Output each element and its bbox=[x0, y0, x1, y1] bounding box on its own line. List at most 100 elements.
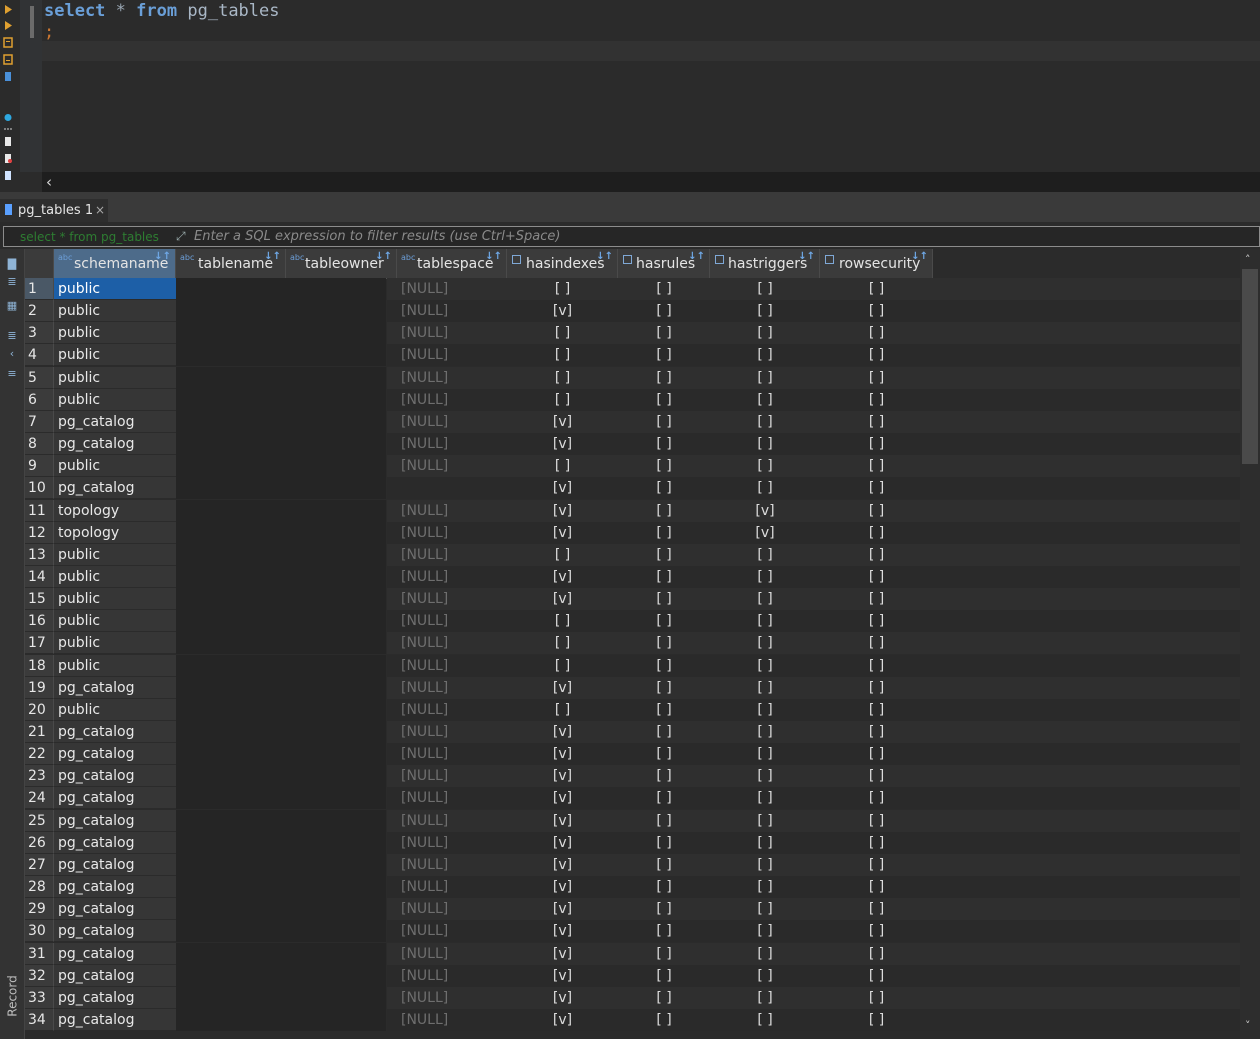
cell-tablespace[interactable]: [NULL] bbox=[387, 898, 507, 920]
cell-schemaname[interactable]: pg_catalog bbox=[54, 832, 176, 854]
row-number-cell[interactable]: 31 bbox=[25, 943, 54, 965]
cell-hasrules[interactable]: [ ] bbox=[618, 810, 710, 832]
cell-hastriggers[interactable]: [ ] bbox=[710, 544, 820, 566]
cell-tablename[interactable] bbox=[176, 987, 386, 1009]
cell-hasrules[interactable]: [ ] bbox=[618, 477, 710, 499]
row-number-cell[interactable]: 7 bbox=[25, 411, 54, 433]
cell-hasrules[interactable]: [ ] bbox=[618, 920, 710, 942]
cell-hasrules[interactable]: [ ] bbox=[618, 632, 710, 654]
cell-tablespace[interactable]: [NULL] bbox=[387, 810, 507, 832]
panels-icon[interactable]: ▦ bbox=[5, 299, 19, 313]
cell-tablename[interactable] bbox=[176, 610, 386, 632]
cell-hasindexes[interactable]: [ ] bbox=[507, 278, 618, 300]
cell-tablename[interactable] bbox=[176, 389, 386, 411]
column-header-hasindexes[interactable]: hasindexes ↓↑ bbox=[507, 249, 618, 278]
cell-tablespace[interactable]: [NULL] bbox=[387, 787, 507, 809]
sort-icon[interactable]: ↓↑ bbox=[264, 251, 281, 263]
cell-tablename[interactable] bbox=[176, 765, 386, 787]
cell-hasindexes[interactable]: [ ] bbox=[507, 610, 618, 632]
cell-tablename[interactable] bbox=[176, 810, 386, 832]
row-number-cell[interactable]: 18 bbox=[25, 655, 54, 677]
cell-tablename[interactable] bbox=[176, 477, 386, 499]
sort-icon[interactable]: ↓↑ bbox=[688, 251, 705, 263]
table-row[interactable]: 23 pg_catalog [NULL] [v][ ][ ][ ] bbox=[25, 765, 1240, 787]
cell-rowsecurity[interactable]: [ ] bbox=[820, 854, 933, 876]
row-number-cell[interactable]: 13 bbox=[25, 544, 54, 566]
cell-tablename[interactable] bbox=[176, 920, 386, 942]
cell-hastriggers[interactable]: [ ] bbox=[710, 677, 820, 699]
cell-tablespace[interactable]: [NULL] bbox=[387, 854, 507, 876]
cell-hasrules[interactable]: [ ] bbox=[618, 500, 710, 522]
sort-icon[interactable]: ↓↑ bbox=[154, 251, 171, 263]
cell-hastriggers[interactable]: [ ] bbox=[710, 943, 820, 965]
table-row[interactable]: 22 pg_catalog [NULL] [v][ ][ ][ ] bbox=[25, 743, 1240, 765]
text-view-icon[interactable]: ≣ bbox=[5, 275, 19, 289]
cell-hasindexes[interactable]: [v] bbox=[507, 588, 618, 610]
table-row[interactable]: 11 topology [NULL] [v][ ] [v][ ] bbox=[25, 500, 1240, 522]
cell-hasrules[interactable]: [ ] bbox=[618, 322, 710, 344]
cell-schemaname[interactable]: pg_catalog bbox=[54, 743, 176, 765]
cell-tablespace[interactable]: [NULL] bbox=[387, 588, 507, 610]
cell-tablespace[interactable]: [NULL] bbox=[387, 1009, 507, 1031]
row-number-cell[interactable]: 20 bbox=[25, 699, 54, 721]
cell-tablename[interactable] bbox=[176, 1009, 386, 1031]
cell-hastriggers[interactable]: [ ] bbox=[710, 588, 820, 610]
cell-hastriggers[interactable]: [ ] bbox=[710, 832, 820, 854]
cell-schemaname[interactable]: pg_catalog bbox=[54, 876, 176, 898]
cell-hasrules[interactable]: [ ] bbox=[618, 787, 710, 809]
cell-rowsecurity[interactable]: [ ] bbox=[820, 610, 933, 632]
cell-tablespace[interactable]: [NULL] bbox=[387, 632, 507, 654]
cell-hasindexes[interactable]: [v] bbox=[507, 943, 618, 965]
cell-hasrules[interactable]: [ ] bbox=[618, 876, 710, 898]
cell-hasrules[interactable]: [ ] bbox=[618, 765, 710, 787]
cell-tablespace[interactable]: [NULL] bbox=[387, 389, 507, 411]
table-row[interactable]: 15 public [NULL] [v][ ][ ][ ] bbox=[25, 588, 1240, 610]
cell-tablename[interactable] bbox=[176, 699, 386, 721]
cell-tablespace[interactable]: [NULL] bbox=[387, 943, 507, 965]
cell-schemaname[interactable]: pg_catalog bbox=[54, 810, 176, 832]
cell-schemaname[interactable]: pg_catalog bbox=[54, 898, 176, 920]
cell-hasindexes[interactable]: [ ] bbox=[507, 632, 618, 654]
cell-rowsecurity[interactable]: [ ] bbox=[820, 500, 933, 522]
cell-tablespace[interactable]: [NULL] bbox=[387, 610, 507, 632]
cell-tablename[interactable] bbox=[176, 278, 386, 300]
cell-tablename[interactable] bbox=[176, 500, 386, 522]
cell-hasrules[interactable]: [ ] bbox=[618, 743, 710, 765]
table-row[interactable]: 17 public [NULL][ ][ ][ ][ ] bbox=[25, 632, 1240, 654]
table-row[interactable]: 33 pg_catalog [NULL] [v][ ][ ][ ] bbox=[25, 987, 1240, 1009]
cell-schemaname[interactable]: pg_catalog bbox=[54, 765, 176, 787]
cell-schemaname[interactable]: public bbox=[54, 300, 176, 322]
cell-hasindexes[interactable]: [v] bbox=[507, 1009, 618, 1031]
cell-hasrules[interactable]: [ ] bbox=[618, 854, 710, 876]
cell-hasindexes[interactable]: [v] bbox=[507, 300, 618, 322]
cell-tablespace[interactable]: [NULL] bbox=[387, 455, 507, 477]
cell-hasrules[interactable]: [ ] bbox=[618, 721, 710, 743]
row-number-cell[interactable]: 34 bbox=[25, 1009, 54, 1031]
cell-hastriggers[interactable]: [ ] bbox=[710, 632, 820, 654]
cell-tablename[interactable] bbox=[176, 743, 386, 765]
cell-hastriggers[interactable]: [ ] bbox=[710, 300, 820, 322]
table-row[interactable]: 16 public [NULL][ ][ ][ ][ ] bbox=[25, 610, 1240, 632]
cell-tablename[interactable] bbox=[176, 677, 386, 699]
cell-schemaname[interactable]: pg_catalog bbox=[54, 433, 176, 455]
cell-rowsecurity[interactable]: [ ] bbox=[820, 987, 933, 1009]
cell-hasindexes[interactable]: [v] bbox=[507, 522, 618, 544]
row-number-cell[interactable]: 6 bbox=[25, 389, 54, 411]
cell-hasindexes[interactable]: [v] bbox=[507, 920, 618, 942]
row-number-cell[interactable]: 10 bbox=[25, 477, 54, 499]
row-number-cell[interactable]: 32 bbox=[25, 965, 54, 987]
cell-tablespace[interactable]: [NULL] bbox=[387, 965, 507, 987]
cell-tablespace[interactable]: [NULL] bbox=[387, 721, 507, 743]
cell-hasrules[interactable]: [ ] bbox=[618, 898, 710, 920]
cell-tablename[interactable] bbox=[176, 455, 386, 477]
row-number-cell[interactable]: 33 bbox=[25, 987, 54, 1009]
cell-rowsecurity[interactable]: [ ] bbox=[820, 477, 933, 499]
record-mode-icon[interactable]: ≣ bbox=[5, 329, 19, 343]
cell-tablespace[interactable]: [NULL] bbox=[387, 677, 507, 699]
filter-query-history[interactable]: select * from pg_tables bbox=[20, 227, 159, 248]
scroll-left-icon[interactable]: ‹ bbox=[46, 172, 52, 192]
cell-hasindexes[interactable]: [v] bbox=[507, 677, 618, 699]
cell-rowsecurity[interactable]: [ ] bbox=[820, 522, 933, 544]
cell-tablespace[interactable]: [NULL] bbox=[387, 411, 507, 433]
row-number-cell[interactable]: 14 bbox=[25, 566, 54, 588]
